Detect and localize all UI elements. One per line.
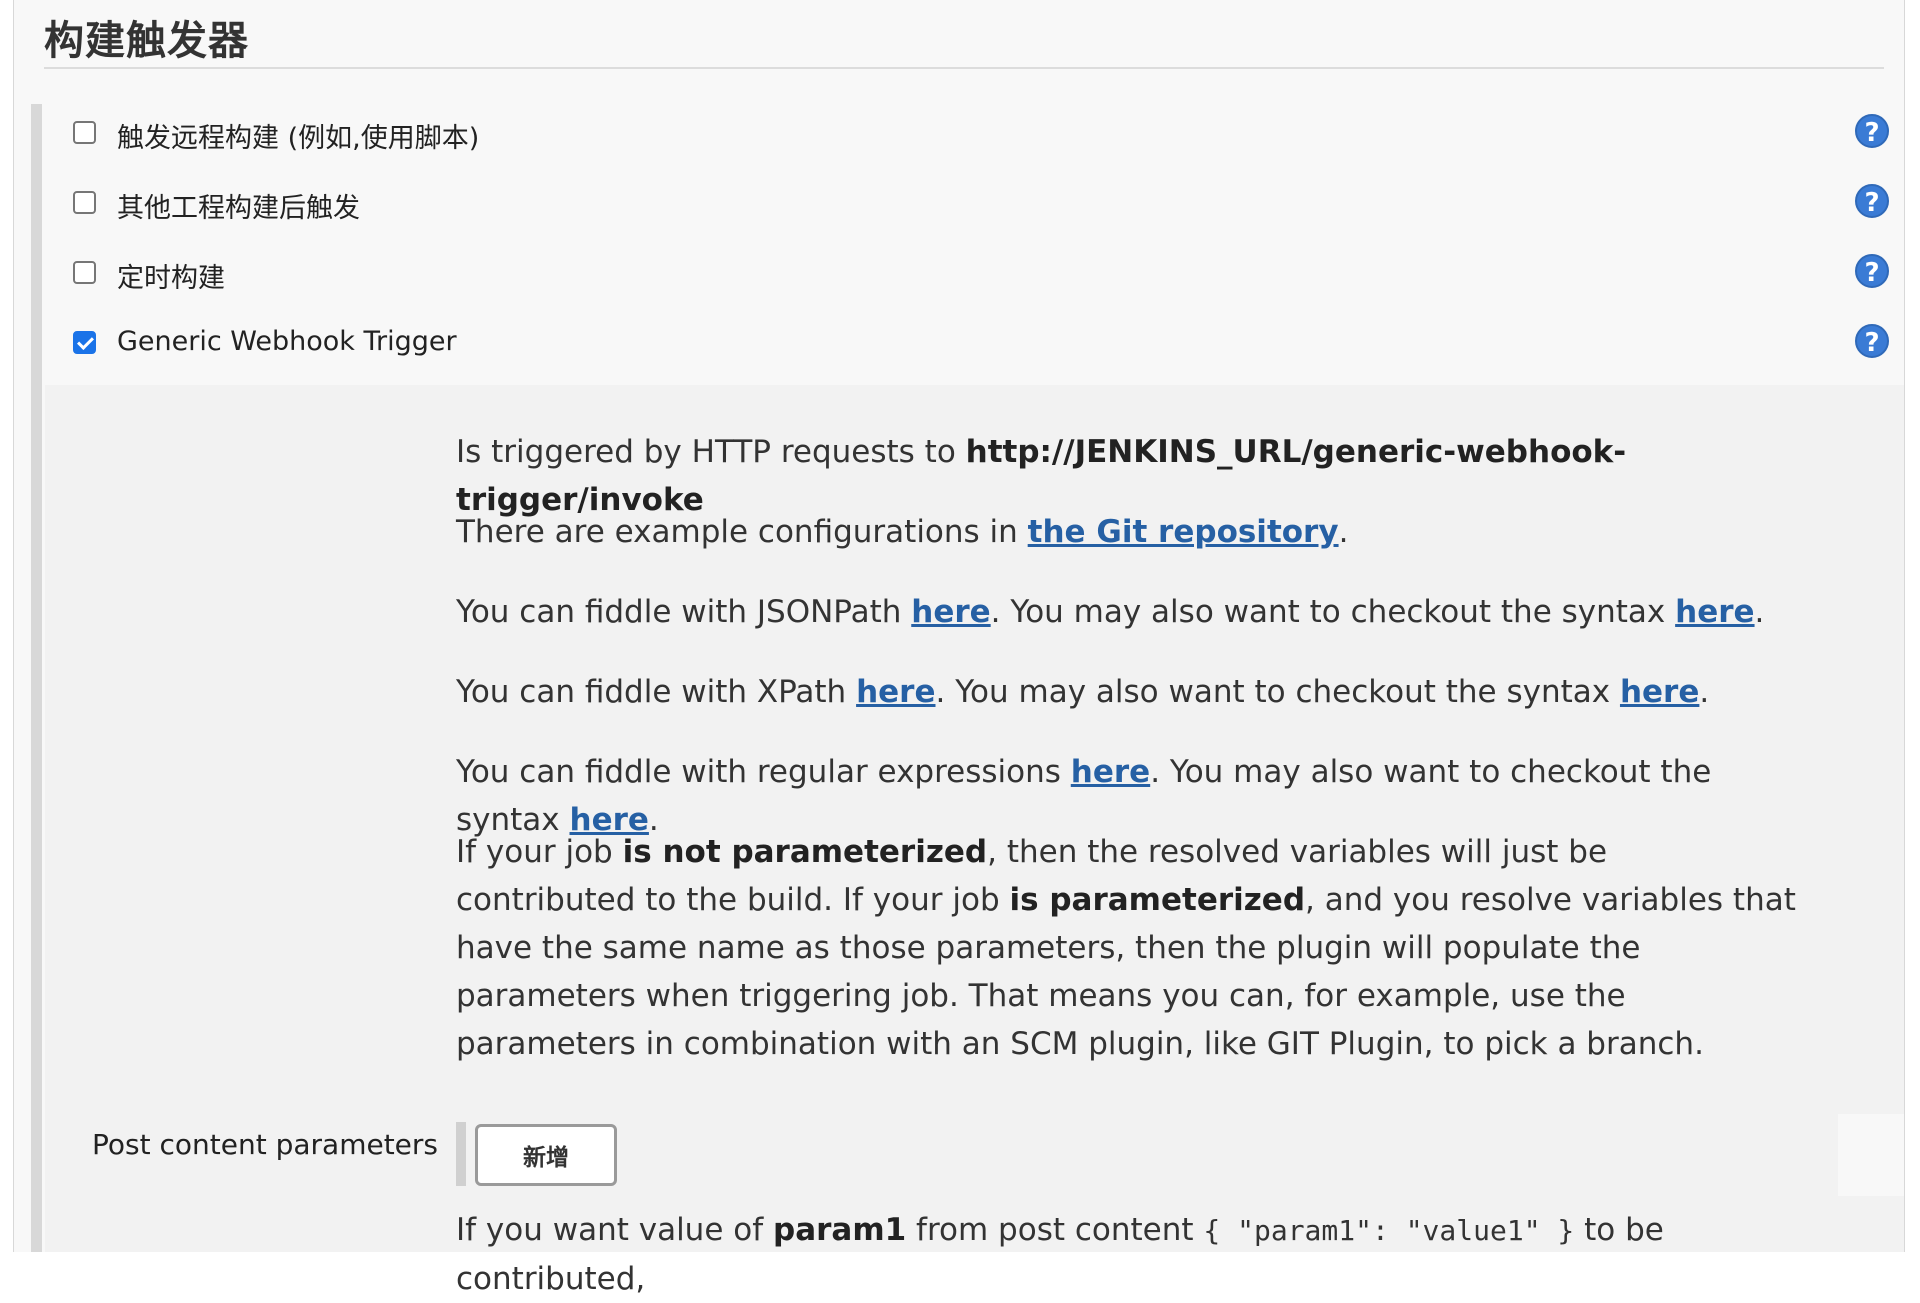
- help-icon[interactable]: ?: [1855, 324, 1889, 358]
- jsonpath-fiddle-link[interactable]: here: [911, 594, 990, 630]
- section-divider: [44, 67, 1884, 69]
- description-jsonpath: You can fiddle with JSONPath here. You m…: [456, 594, 1765, 630]
- help-icon[interactable]: ?: [1855, 254, 1889, 288]
- post-content-help-text: If you want value of param1 from post co…: [456, 1212, 1664, 1297]
- jsonpath-syntax-link[interactable]: here: [1675, 594, 1754, 630]
- regex-fiddle-link[interactable]: here: [1071, 754, 1150, 790]
- trigger-generic-webhook-checkbox[interactable]: [73, 331, 96, 354]
- trigger-remote-label[interactable]: 触发远程构建 (例如,使用脚本): [117, 116, 479, 155]
- trigger-periodic-label[interactable]: 定时构建: [117, 256, 225, 295]
- xpath-fiddle-link[interactable]: here: [856, 674, 935, 710]
- xpath-syntax-link[interactable]: here: [1620, 674, 1699, 710]
- help-icon[interactable]: ?: [1855, 184, 1889, 218]
- trigger-remote-checkbox[interactable]: [73, 121, 96, 144]
- help-area-placeholder: [1838, 1114, 1904, 1196]
- post-content-example-code: { "param1": "value1" }: [1203, 1214, 1575, 1247]
- build-triggers-panel: 构建触发器 触发远程构建 (例如,使用脚本) ? 其他工程构建后触发 ? 定时构…: [13, 0, 1908, 1297]
- post-content-parameters-label: Post content parameters: [92, 1128, 438, 1161]
- help-icon[interactable]: ?: [1855, 114, 1889, 148]
- section-title: 构建触发器: [44, 18, 249, 64]
- trigger-row-after-other-projects: 其他工程构建后触发 ?: [58, 184, 1908, 224]
- add-post-content-parameter-button[interactable]: 新增: [475, 1124, 617, 1186]
- trigger-generic-webhook-label[interactable]: Generic Webhook Trigger: [117, 326, 457, 357]
- trigger-after-other-label[interactable]: 其他工程构建后触发: [117, 186, 360, 225]
- trigger-row-generic-webhook: Generic Webhook Trigger ?: [58, 324, 1908, 364]
- description-xpath: You can fiddle with XPath here. You may …: [456, 674, 1710, 710]
- trigger-periodic-checkbox[interactable]: [73, 261, 96, 284]
- trigger-row-periodic: 定时构建 ?: [58, 254, 1908, 294]
- repeatable-bar: [456, 1122, 466, 1186]
- trigger-after-other-checkbox[interactable]: [73, 191, 96, 214]
- description-parameterization: If your job is not parameterized, then t…: [456, 834, 1796, 1062]
- git-repository-link[interactable]: the Git repository: [1028, 514, 1339, 550]
- description-examples: There are example configurations in the …: [456, 514, 1349, 550]
- trigger-row-remote: 触发远程构建 (例如,使用脚本) ?: [58, 114, 1908, 154]
- section-indent-bar: [31, 104, 42, 1252]
